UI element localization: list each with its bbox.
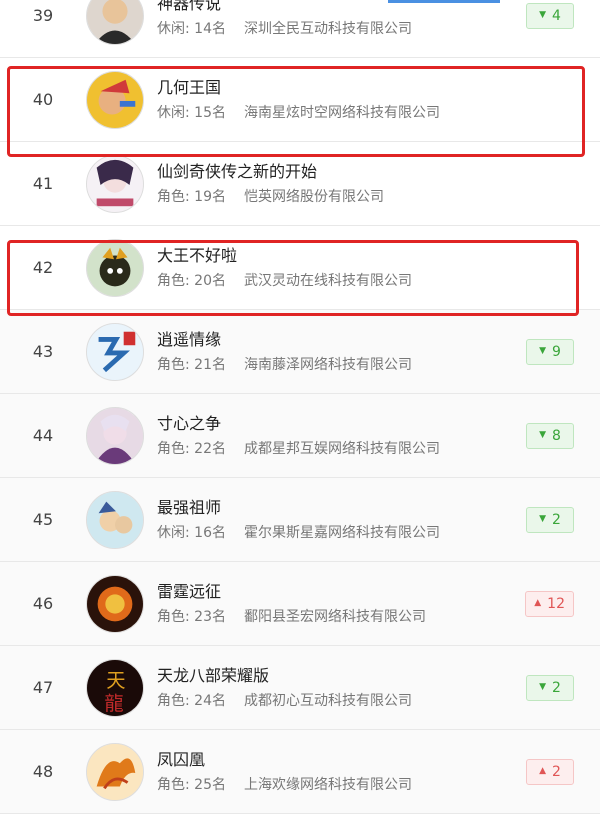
ranking-row[interactable]: 40 几何王国休闲: 15名 海南星炫时空网络科技有限公司 <box>0 58 600 142</box>
game-avatar-icon[interactable] <box>86 239 144 297</box>
rank-change-badge: ▼ 8 <box>526 423 574 449</box>
rank-change-badge: ▼ 9 <box>526 339 574 365</box>
game-meta: 角色: 24名 成都初心互动科技有限公司 <box>157 690 412 710</box>
arrow-down-icon: ▼ <box>539 346 546 356</box>
rank-number: 47 <box>32 678 54 697</box>
rank-number: 39 <box>32 6 54 25</box>
game-avatar-icon[interactable] <box>86 407 144 465</box>
category-rank: 角色: 24名 <box>157 693 226 709</box>
rank-number: 42 <box>32 258 54 277</box>
game-title-link[interactable]: 神器传说 <box>157 0 221 14</box>
ranking-row[interactable]: 46 雷霆远征角色: 23名 鄱阳县圣宏网络科技有限公司 ▲ 12 <box>0 562 600 646</box>
rank-change-value: 8 <box>552 428 561 444</box>
game-title-link[interactable]: 大王不好啦 <box>157 242 237 266</box>
rank-number: 40 <box>32 90 54 109</box>
rank-change-value: 2 <box>552 512 561 528</box>
rank-number: 48 <box>32 762 54 781</box>
rank-number: 43 <box>32 342 54 361</box>
rank-number: 41 <box>32 174 54 193</box>
category-rank: 角色: 25名 <box>157 777 226 793</box>
game-meta: 角色: 19名 恺英网络股份有限公司 <box>157 186 384 206</box>
game-avatar-icon[interactable] <box>86 743 144 801</box>
game-title-link[interactable]: 仙剑奇侠传之新的开始 <box>157 158 317 182</box>
game-title-link[interactable]: 凤囚凰 <box>157 746 205 770</box>
category-rank: 角色: 19名 <box>157 189 226 205</box>
rank-number: 45 <box>32 510 54 529</box>
rank-number: 46 <box>32 594 54 613</box>
company-name: 海南星炫时空网络科技有限公司 <box>243 105 440 121</box>
game-avatar-icon[interactable] <box>86 575 144 633</box>
company-name: 深圳全民互动科技有限公司 <box>243 21 412 37</box>
game-meta: 角色: 20名 武汉灵动在线科技有限公司 <box>157 270 412 290</box>
game-avatar-icon[interactable]: 天龍 <box>86 659 144 717</box>
category-rank: 休闲: 15名 <box>157 105 226 121</box>
arrow-down-icon: ▼ <box>539 682 546 692</box>
game-avatar-icon[interactable] <box>86 491 144 549</box>
ranking-row[interactable]: 39 神器传说 休闲: 14名 深圳全民互动科技有限公司 ▼ 4 <box>0 0 600 58</box>
game-title-link[interactable]: 雷霆远征 <box>157 578 221 602</box>
game-avatar-icon[interactable] <box>86 71 144 129</box>
rank-change-value: 12 <box>547 596 565 612</box>
company-name: 成都初心互动科技有限公司 <box>243 693 412 709</box>
company-name: 成都星邦互娱网络科技有限公司 <box>243 441 440 457</box>
game-title-link[interactable]: 天龙八部荣耀版 <box>157 662 269 686</box>
game-avatar-icon[interactable] <box>86 155 144 213</box>
game-title-link[interactable]: 逍遥情缘 <box>157 326 221 350</box>
game-meta: 休闲: 14名 深圳全民互动科技有限公司 <box>157 18 412 38</box>
category-rank: 休闲: 14名 <box>157 21 226 37</box>
company-name: 武汉灵动在线科技有限公司 <box>243 273 412 289</box>
category-rank: 角色: 23名 <box>157 609 226 625</box>
game-meta: 角色: 25名 上海欢缘网络科技有限公司 <box>157 774 412 794</box>
game-meta: 角色: 21名 海南藤泽网络科技有限公司 <box>157 354 412 374</box>
ranking-row[interactable]: 48 凤囚凰 角色: 25名 上海欢缘网络科技有限公司 ▲ 2 <box>0 730 600 814</box>
arrow-up-icon: ▲ <box>534 598 542 608</box>
game-ranking-list: 39 神器传说 休闲: 14名 深圳全民互动科技有限公司 ▼ 4 40 几何王国 休闲: 15名… <box>0 0 600 814</box>
svg-text:天: 天 <box>106 669 125 692</box>
company-name: 海南藤泽网络科技有限公司 <box>243 357 412 373</box>
company-name: 霍尔果斯星嘉网络科技有限公司 <box>243 525 440 541</box>
arrow-down-icon: ▼ <box>539 10 546 20</box>
arrow-down-icon: ▼ <box>539 514 546 524</box>
game-meta: 休闲: 16名 霍尔果斯星嘉网络科技有限公司 <box>157 522 440 542</box>
game-meta: 角色: 23名 鄱阳县圣宏网络科技有限公司 <box>157 606 426 626</box>
rank-change-value: 2 <box>552 764 561 780</box>
rank-change-badge: ▲ 2 <box>526 759 574 785</box>
rank-change-value: 2 <box>552 680 561 696</box>
ranking-row[interactable]: 42 大王不好啦角色: 20名 武汉灵动在线科技有限公司 <box>0 226 600 310</box>
category-rank: 休闲: 16名 <box>157 525 226 541</box>
rank-change-badge: ▼ 4 <box>526 3 574 29</box>
company-name: 上海欢缘网络科技有限公司 <box>243 777 412 793</box>
company-name: 鄱阳县圣宏网络科技有限公司 <box>243 609 426 625</box>
rank-change-badge: ▲ 12 <box>525 591 574 617</box>
game-meta: 角色: 22名 成都星邦互娱网络科技有限公司 <box>157 438 440 458</box>
game-title-link[interactable]: 寸心之争 <box>157 410 221 434</box>
rank-change-badge: ▼ 2 <box>526 507 574 533</box>
game-avatar-icon[interactable] <box>86 323 144 381</box>
arrow-down-icon: ▼ <box>539 430 546 440</box>
ranking-row[interactable]: 45 最强祖师 休闲: 16名 霍尔果斯星嘉网络科技有限公司 ▼ 2 <box>0 478 600 562</box>
rank-change-value: 9 <box>552 344 561 360</box>
game-title-link[interactable]: 最强祖师 <box>157 494 221 518</box>
rank-change-value: 4 <box>552 8 561 24</box>
arrow-up-icon: ▲ <box>539 766 546 776</box>
game-title-link[interactable]: 几何王国 <box>157 74 221 98</box>
svg-text:龍: 龍 <box>104 692 123 715</box>
game-avatar-icon[interactable] <box>86 0 144 45</box>
category-rank: 角色: 20名 <box>157 273 226 289</box>
category-rank: 角色: 21名 <box>157 357 226 373</box>
ranking-row[interactable]: 41 仙剑奇侠传之新的开始角色: 19名 恺英网络股份有限公司 <box>0 142 600 226</box>
company-name: 恺英网络股份有限公司 <box>243 189 384 205</box>
ranking-row[interactable]: 44 寸心之争 角色: 22名 成都星邦互娱网络科技有限公司 ▼ 8 <box>0 394 600 478</box>
ranking-row[interactable]: 47 天龍天龙八部荣耀版 角色: 24名 成都初心互动科技有限公司 ▼ 2 <box>0 646 600 730</box>
rank-change-badge: ▼ 2 <box>526 675 574 701</box>
rank-number: 44 <box>32 426 54 445</box>
category-rank: 角色: 22名 <box>157 441 226 457</box>
game-meta: 休闲: 15名 海南星炫时空网络科技有限公司 <box>157 102 440 122</box>
ranking-row[interactable]: 43 逍遥情缘 角色: 21名 海南藤泽网络科技有限公司 ▼ 9 <box>0 310 600 394</box>
